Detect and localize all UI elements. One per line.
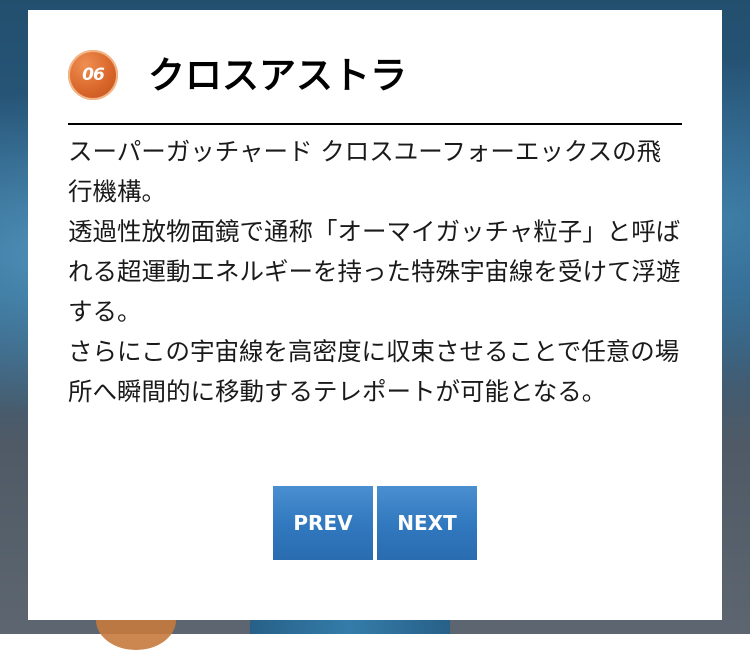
prev-button[interactable]: PREV [273,486,373,560]
badge-number: 06 [82,65,105,85]
description-paragraph: スーパーガッチャード クロスユーフォーエックスの飛行機構。 [68,137,662,206]
dialog-description: スーパーガッチャード クロスユーフォーエックスの飛行機構。 透過性放物面鏡で通称… [68,132,682,412]
dialog-header: 06 クロスアストラ [68,50,682,126]
description-paragraph: さらにこの宇宙線を高密度に収束させることで任意の場所へ瞬間的に移動するテレポート… [68,337,680,406]
description-paragraph: 透過性放物面鏡で通称「オーマイガッチャ粒子」と呼ばれる超運動エネルギーを持った特… [68,217,681,326]
info-dialog: 06 クロスアストラ スーパーガッチャード クロスユーフォーエックスの飛行機構。… [28,10,722,620]
next-button[interactable]: NEXT [377,486,477,560]
pagination-controls: PREV NEXT [273,486,477,560]
number-badge-icon: 06 [68,50,118,100]
dialog-title: クロスアストラ [148,54,407,97]
title-divider [68,123,682,125]
